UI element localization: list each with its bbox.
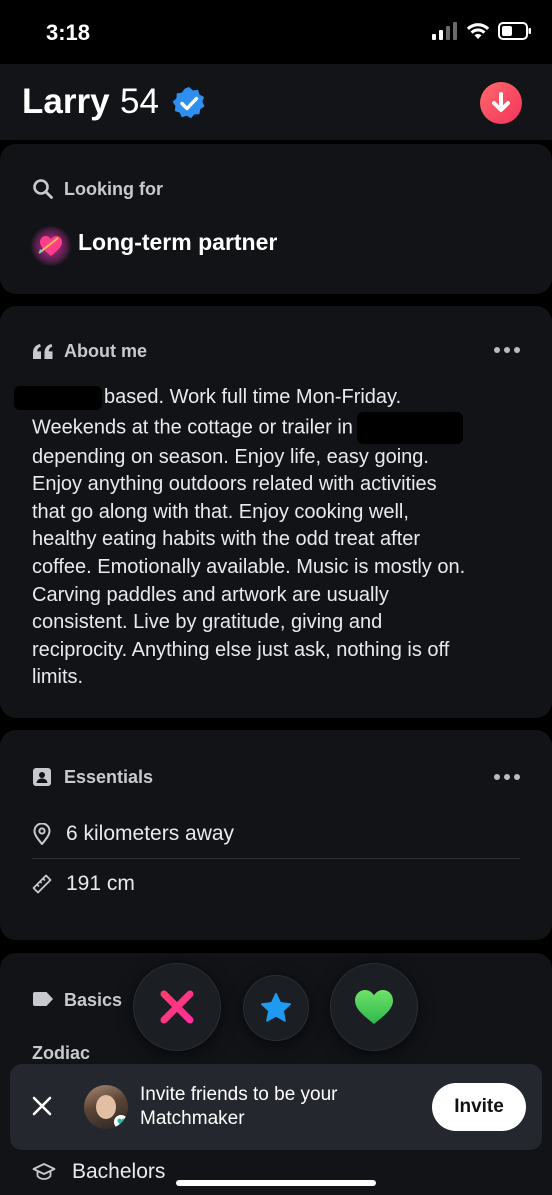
matchmaker-heart-icon	[114, 1115, 128, 1129]
about-line: that go along with that. Enjoy cooking w…	[32, 500, 409, 523]
looking-for-card: Looking for Long-term partner	[0, 144, 552, 294]
looking-for-value: Long-term partner	[78, 229, 278, 255]
status-bar: 3:18	[0, 0, 552, 64]
ruler-icon	[32, 874, 52, 894]
height-row: 191 cm	[32, 872, 135, 896]
education-value: Bachelors	[72, 1160, 166, 1183]
verified-badge-icon	[172, 87, 205, 119]
more-options-icon[interactable]	[494, 347, 520, 353]
like-button[interactable]	[330, 963, 418, 1051]
collapse-profile-button[interactable]	[480, 82, 522, 124]
about-line: based. Work full time Mon-Friday.	[14, 384, 522, 412]
about-line: Enjoy anything outdoors related with act…	[32, 473, 437, 496]
about-line: Weekends at the cottage or trailer in	[32, 411, 522, 444]
close-icon	[32, 1096, 52, 1116]
arrow-down-icon	[492, 92, 510, 112]
home-indicator[interactable]	[176, 1180, 376, 1186]
about-line: limits.	[32, 666, 84, 689]
heart-icon	[355, 990, 393, 1024]
more-options-icon[interactable]	[494, 774, 520, 780]
super-like-button[interactable]	[243, 975, 309, 1041]
redaction	[14, 385, 102, 410]
redaction	[356, 411, 463, 444]
quote-icon	[33, 344, 53, 359]
zodiac-label: Zodiac	[32, 1043, 91, 1063]
nope-button[interactable]	[133, 963, 221, 1051]
id-card-icon	[33, 768, 51, 786]
about-line: Carving paddles and artwork are usually	[32, 583, 389, 606]
avatar	[84, 1085, 128, 1129]
education-row: Bachelors	[32, 1160, 165, 1184]
about-line: consistent. Live by gratitude, giving an…	[32, 611, 383, 634]
distance-row: 6 kilometers away	[32, 822, 234, 846]
about-me-title: About me	[64, 341, 147, 361]
graduation-cap-icon	[32, 1163, 56, 1180]
close-x-icon	[160, 990, 194, 1024]
invite-toast: Invite friends to be your Matchmaker Inv…	[10, 1064, 542, 1150]
about-line: depending on season. Enjoy life, easy go…	[32, 445, 429, 468]
invite-button[interactable]: Invite	[432, 1083, 526, 1131]
about-me-text: based. Work full time Mon-Friday. Weeken…	[14, 384, 522, 692]
distance-value: 6 kilometers away	[66, 822, 235, 845]
profile-age: 54	[120, 82, 159, 121]
profile-header: Larry 54	[0, 64, 552, 140]
status-icons	[432, 22, 532, 40]
tag-icon	[33, 992, 53, 1006]
star-icon	[261, 993, 291, 1022]
height-value: 191 cm	[66, 872, 135, 895]
essentials-title: Essentials	[64, 767, 154, 787]
essentials-card: Essentials 6 kilometers away 191 cm	[0, 730, 552, 940]
about-line: reciprocity. Anything else just ask, not…	[32, 638, 450, 661]
dismiss-toast-button[interactable]	[30, 1094, 54, 1123]
heart-arrow-icon	[38, 236, 62, 256]
invite-message: Invite friends to be your Matchmaker	[140, 1084, 338, 1129]
location-pin-icon	[33, 823, 51, 845]
status-time: 3:18	[46, 20, 91, 45]
about-line: healthy eating habits with the odd treat…	[32, 528, 421, 551]
profile-name: Larry	[22, 82, 110, 121]
wifi-icon	[466, 23, 490, 39]
about-me-card: About me based. Work full time Mon-Frida…	[0, 306, 552, 718]
search-icon	[33, 179, 53, 199]
basics-title: Basics	[64, 990, 123, 1010]
heart-badge	[30, 226, 72, 266]
cellular-signal-icon	[432, 22, 457, 40]
divider	[32, 858, 520, 859]
about-line: coffee. Emotionally available. Music is …	[32, 555, 466, 578]
battery-icon	[498, 22, 531, 40]
looking-for-title: Looking for	[64, 179, 163, 199]
